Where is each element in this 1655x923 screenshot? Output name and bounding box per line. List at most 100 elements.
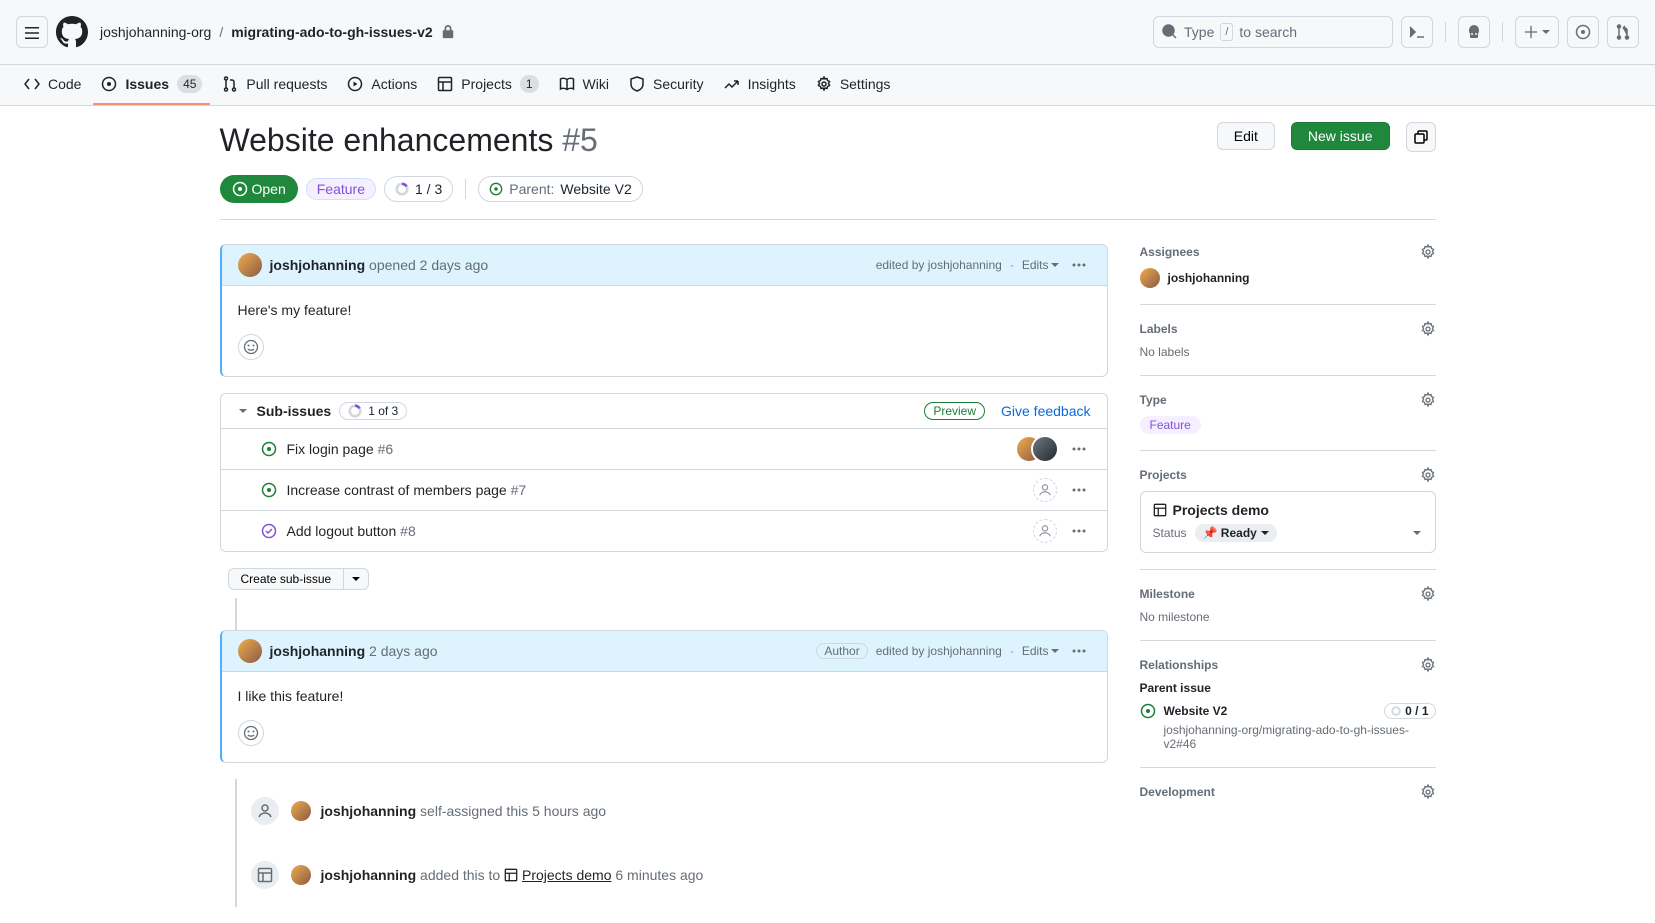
tab-issues[interactable]: Issues 45	[93, 65, 210, 105]
gear-icon[interactable]	[1420, 321, 1436, 337]
repo-link[interactable]: migrating-ado-to-gh-issues-v2	[231, 24, 432, 40]
main-column: joshjohanning opened 2 days ago edited b…	[220, 244, 1108, 907]
gear-icon[interactable]	[1420, 586, 1436, 602]
subissue-title[interactable]: Increase contrast of members page	[287, 482, 507, 498]
gear-icon[interactable]	[1420, 657, 1436, 673]
avatar[interactable]	[291, 801, 311, 821]
chevron-down-icon[interactable]	[237, 405, 249, 417]
project-icon	[504, 868, 518, 882]
search-type-prefix: Type	[1184, 24, 1214, 40]
tab-projects[interactable]: Projects 1	[429, 65, 546, 105]
graph-icon	[724, 76, 740, 92]
status-value: 📌 Ready	[1203, 526, 1257, 540]
parent-pill[interactable]: Parent: Website V2	[478, 176, 642, 202]
parent-issue-row[interactable]: Website V2 0 / 1	[1140, 703, 1436, 719]
comment-time: opened 2 days ago	[369, 257, 488, 273]
expand-project[interactable]	[1411, 527, 1423, 539]
sidebar-projects: Projects Projects demo Status 📌 Ready	[1140, 451, 1436, 570]
event-project-link[interactable]: Projects demo	[522, 867, 611, 883]
feedback-link[interactable]: Give feedback	[1001, 403, 1091, 419]
breadcrumb: joshjohanning-org / migrating-ado-to-gh-…	[100, 24, 1145, 40]
plus-icon	[1524, 25, 1538, 39]
parent-count: 0 / 1	[1384, 703, 1435, 719]
hamburger-button[interactable]	[16, 16, 48, 48]
subissue-num: #7	[511, 482, 527, 498]
tab-pull-requests[interactable]: Pull requests	[214, 65, 335, 105]
event-author[interactable]: joshjohanning	[321, 867, 417, 883]
gear-icon[interactable]	[1420, 784, 1436, 800]
pull-requests-button[interactable]	[1607, 16, 1639, 48]
subissue-num: #8	[400, 523, 416, 539]
subissue-title[interactable]: Fix login page	[287, 441, 374, 457]
comment-kebab[interactable]	[1067, 639, 1091, 663]
avatar[interactable]	[238, 253, 262, 277]
subissues-panel: Sub-issues 1 of 3 Preview Give feedback …	[220, 393, 1108, 552]
type-value[interactable]: Feature	[1140, 416, 1201, 434]
github-icon	[56, 16, 88, 48]
comment-header: joshjohanning 2 days ago Author edited b…	[222, 631, 1107, 672]
gear-icon[interactable]	[1420, 467, 1436, 483]
gear-icon[interactable]	[1420, 244, 1436, 260]
tab-actions[interactable]: Actions	[339, 65, 425, 105]
progress-ring-icon	[1391, 706, 1401, 716]
project-icon	[437, 76, 453, 92]
new-issue-button[interactable]: New issue	[1291, 122, 1390, 150]
assign-button[interactable]	[1033, 519, 1057, 543]
status-pill[interactable]: 📌 Ready	[1195, 524, 1277, 542]
add-reaction-button[interactable]	[238, 720, 264, 746]
development-title: Development	[1140, 785, 1215, 799]
subissue-kebab[interactable]	[1067, 437, 1091, 461]
kebab-icon	[1071, 643, 1087, 659]
tab-code[interactable]: Code	[16, 65, 89, 105]
edits-button[interactable]: Edits	[1022, 258, 1059, 272]
assign-button[interactable]	[1033, 478, 1057, 502]
assignee-stack[interactable]	[1017, 437, 1057, 461]
subissue-kebab[interactable]	[1067, 519, 1091, 543]
org-link[interactable]: joshjohanning-org	[100, 24, 211, 40]
copy-link-button[interactable]	[1406, 122, 1436, 152]
menu-icon	[24, 24, 40, 40]
person-icon	[257, 803, 273, 819]
search-input[interactable]: Type / to search	[1153, 16, 1393, 48]
event-author[interactable]: joshjohanning	[321, 803, 417, 819]
progress-pill[interactable]: 1 / 3	[384, 176, 453, 202]
sidebar-relationships: Relationships Parent issue Website V2 0 …	[1140, 641, 1436, 768]
copilot-button[interactable]	[1458, 16, 1490, 48]
tab-security[interactable]: Security	[621, 65, 712, 105]
issues-button[interactable]	[1567, 16, 1599, 48]
avatar[interactable]	[291, 865, 311, 885]
tab-wiki[interactable]: Wiki	[551, 65, 617, 105]
subissue-kebab[interactable]	[1067, 478, 1091, 502]
parent-path[interactable]: joshjohanning-org/migrating-ado-to-gh-is…	[1164, 723, 1436, 751]
subissue-row[interactable]: Fix login page #6	[221, 428, 1107, 469]
github-logo[interactable]	[56, 16, 88, 48]
assignee-item[interactable]: joshjohanning	[1140, 268, 1436, 288]
status-label: Status	[1153, 526, 1187, 540]
create-new-button[interactable]	[1515, 16, 1559, 48]
create-subissue-button[interactable]: Create sub-issue	[228, 568, 345, 590]
header: joshjohanning-org / migrating-ado-to-gh-…	[0, 0, 1655, 65]
tab-settings[interactable]: Settings	[808, 65, 899, 105]
issue-open-icon	[489, 182, 503, 196]
add-reaction-button[interactable]	[238, 334, 264, 360]
copy-icon	[1413, 129, 1429, 145]
comment-author[interactable]: joshjohanning	[270, 257, 366, 273]
subissue-row[interactable]: Increase contrast of members page #7	[221, 469, 1107, 510]
comment-body: I like this feature!	[222, 672, 1107, 720]
timeline-event-project: joshjohanning added this to Projects dem…	[261, 859, 1108, 891]
subissue-row[interactable]: Add logout button #8	[221, 510, 1107, 551]
comment-author[interactable]: joshjohanning	[270, 643, 366, 659]
subissue-title[interactable]: Add logout button	[287, 523, 397, 539]
subissues-header: Sub-issues 1 of 3 Preview Give feedback	[221, 394, 1107, 428]
gear-icon[interactable]	[1420, 392, 1436, 408]
tab-insights[interactable]: Insights	[716, 65, 804, 105]
create-subissue-caret[interactable]	[344, 568, 369, 590]
command-palette-button[interactable]	[1401, 16, 1433, 48]
avatar[interactable]	[238, 639, 262, 663]
comment-kebab[interactable]	[1067, 253, 1091, 277]
edit-button[interactable]: Edit	[1217, 122, 1275, 150]
type-badge[interactable]: Feature	[306, 178, 376, 200]
project-name-row[interactable]: Projects demo	[1153, 502, 1423, 518]
edits-button[interactable]: Edits	[1022, 644, 1059, 658]
comment-body: Here's my feature!	[222, 286, 1107, 334]
